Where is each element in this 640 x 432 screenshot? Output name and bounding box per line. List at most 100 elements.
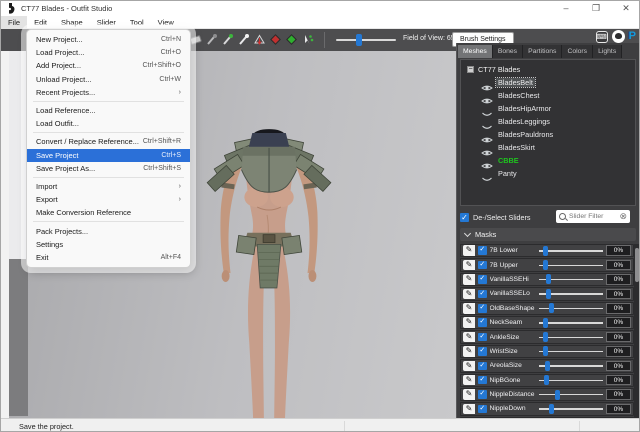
menu-slider[interactable]: Slider bbox=[90, 16, 123, 29]
slider-edit-pencil-icon[interactable]: ✎ bbox=[463, 404, 475, 415]
field-of-view-slider-thumb[interactable] bbox=[356, 34, 362, 46]
move-vertex-icon[interactable] bbox=[301, 33, 314, 46]
slider-checkbox[interactable]: ✓ bbox=[478, 290, 487, 299]
deflate-diamond-icon[interactable] bbox=[269, 33, 282, 46]
eye-closed-icon[interactable] bbox=[481, 105, 493, 113]
tab-partitions[interactable]: Partitions bbox=[523, 45, 562, 58]
slider-thumb[interactable] bbox=[543, 346, 548, 356]
eye-closed-icon[interactable] bbox=[481, 118, 493, 126]
slider-thumb[interactable] bbox=[555, 390, 560, 400]
slider-checkbox[interactable]: ✓ bbox=[478, 246, 487, 255]
tab-colors[interactable]: Colors bbox=[562, 45, 593, 58]
inflate-brush-icon[interactable] bbox=[221, 33, 234, 46]
tree-item-panty[interactable]: Panty bbox=[481, 167, 635, 180]
mesh-triangle-icon[interactable] bbox=[253, 33, 266, 46]
menu-item-pack-projects[interactable]: Pack Projects... bbox=[27, 224, 190, 237]
tree-item-bladespauldrons[interactable]: BladesPauldrons bbox=[481, 128, 635, 141]
character-model[interactable] bbox=[198, 106, 346, 432]
slider-checkbox[interactable]: ✓ bbox=[478, 261, 487, 270]
inflate-diamond-icon[interactable] bbox=[285, 33, 298, 46]
slider-track[interactable] bbox=[539, 361, 604, 371]
menu-item-import[interactable]: Import› bbox=[27, 180, 190, 193]
tree-item-bladesleggings[interactable]: BladesLeggings bbox=[481, 115, 635, 128]
slider-checkbox[interactable]: ✓ bbox=[478, 347, 487, 356]
menu-item-export[interactable]: Export› bbox=[27, 193, 190, 206]
slider-edit-pencil-icon[interactable]: ✎ bbox=[463, 245, 475, 256]
clear-filter-icon[interactable]: ⊗ bbox=[619, 212, 627, 221]
menu-item-save-project[interactable]: Save ProjectCtrl+S bbox=[27, 149, 190, 162]
slider-track[interactable] bbox=[539, 274, 604, 284]
slider-thumb[interactable] bbox=[543, 260, 548, 270]
slider-checkbox[interactable]: ✓ bbox=[478, 405, 487, 414]
slider-track[interactable] bbox=[539, 318, 604, 328]
menu-edit[interactable]: Edit bbox=[27, 16, 54, 29]
slider-thumb[interactable] bbox=[546, 289, 551, 299]
eye-closed-icon[interactable] bbox=[481, 170, 493, 178]
menu-item-add-project[interactable]: Add Project...Ctrl+Shift+O bbox=[27, 59, 190, 72]
menu-tool[interactable]: Tool bbox=[123, 16, 151, 29]
tree-item-bladesbelt[interactable]: BladesBelt bbox=[481, 76, 635, 89]
slider-edit-pencil-icon[interactable]: ✎ bbox=[463, 260, 475, 271]
slider-track[interactable] bbox=[539, 332, 604, 342]
slider-checkbox[interactable]: ✓ bbox=[478, 390, 487, 399]
mask-brush-icon[interactable] bbox=[205, 33, 218, 46]
slider-value-box[interactable]: 0% bbox=[606, 389, 631, 400]
slider-edit-pencil-icon[interactable]: ✎ bbox=[463, 361, 475, 372]
slider-value-box[interactable]: 0% bbox=[606, 404, 631, 415]
slider-value-box[interactable]: 0% bbox=[606, 375, 631, 386]
slider-edit-pencil-icon[interactable]: ✎ bbox=[463, 289, 475, 300]
slider-thumb[interactable] bbox=[549, 303, 554, 313]
tree-item-bladeshiparmor[interactable]: BladesHipArmor bbox=[481, 102, 635, 115]
menu-shape[interactable]: Shape bbox=[54, 16, 90, 29]
slider-scrollbar[interactable] bbox=[634, 244, 640, 432]
tab-bones[interactable]: Bones bbox=[493, 45, 523, 58]
slider-value-box[interactable]: 0% bbox=[606, 332, 631, 343]
menu-item-convert-replace-reference[interactable]: Convert / Replace Reference...Ctrl+Shift… bbox=[27, 135, 190, 148]
eye-open-icon[interactable] bbox=[481, 92, 493, 100]
slider-thumb[interactable] bbox=[543, 318, 548, 328]
menu-item-exit[interactable]: ExitAlt+F4 bbox=[27, 251, 190, 264]
paypal-icon[interactable]: P bbox=[629, 30, 636, 43]
menu-view[interactable]: View bbox=[151, 16, 181, 29]
tab-meshes[interactable]: Meshes bbox=[458, 45, 493, 58]
minimize-button[interactable]: – bbox=[551, 1, 581, 16]
deselect-sliders-checkbox[interactable]: ✓ bbox=[460, 213, 469, 222]
tree-item-cbbe[interactable]: CBBE bbox=[481, 154, 635, 167]
slider-checkbox[interactable]: ✓ bbox=[478, 362, 487, 371]
menu-item-save-project-as[interactable]: Save Project As...Ctrl+Shift+S bbox=[27, 162, 190, 175]
menu-item-make-conversion-reference[interactable]: Make Conversion Reference bbox=[27, 206, 190, 219]
slider-edit-pencil-icon[interactable]: ✎ bbox=[463, 346, 475, 357]
smooth-brush-icon[interactable] bbox=[237, 33, 250, 46]
menu-file[interactable]: File bbox=[1, 16, 27, 29]
slider-value-box[interactable]: 0% bbox=[606, 317, 631, 328]
eye-open-icon[interactable] bbox=[481, 144, 493, 152]
slider-edit-pencil-icon[interactable]: ✎ bbox=[463, 375, 475, 386]
github-icon[interactable] bbox=[612, 30, 625, 43]
menu-item-load-project[interactable]: Load Project...Ctrl+O bbox=[27, 46, 190, 59]
slider-value-box[interactable]: 0% bbox=[606, 245, 631, 256]
menu-item-recent-projects[interactable]: Recent Projects...› bbox=[27, 86, 190, 99]
eye-open-icon[interactable] bbox=[481, 131, 493, 139]
slider-track[interactable] bbox=[539, 346, 604, 356]
title-bar[interactable]: CT77 Blades - Outfit Studio – ❐ ✕ bbox=[1, 1, 640, 16]
tree-root-row[interactable]: − CT77 Blades bbox=[467, 63, 635, 76]
slider-value-box[interactable]: 0% bbox=[606, 274, 631, 285]
slider-track[interactable] bbox=[539, 246, 604, 256]
slider-edit-pencil-icon[interactable]: ✎ bbox=[463, 274, 475, 285]
slider-thumb[interactable] bbox=[543, 332, 548, 342]
slider-edit-pencil-icon[interactable]: ✎ bbox=[463, 317, 475, 328]
slider-track[interactable] bbox=[539, 404, 604, 414]
tree-item-bladeschest[interactable]: BladesChest bbox=[481, 89, 635, 102]
slider-thumb[interactable] bbox=[546, 274, 551, 284]
slider-edit-pencil-icon[interactable]: ✎ bbox=[463, 332, 475, 343]
menu-item-settings[interactable]: Settings bbox=[27, 238, 190, 251]
eye-open-icon[interactable] bbox=[481, 79, 493, 87]
menu-item-new-project[interactable]: New Project...Ctrl+N bbox=[27, 33, 190, 46]
slider-value-box[interactable]: 0% bbox=[606, 289, 631, 300]
slider-track[interactable] bbox=[539, 390, 604, 400]
slider-checkbox[interactable]: ✓ bbox=[478, 376, 487, 385]
tab-lights[interactable]: Lights bbox=[593, 45, 622, 58]
slider-track[interactable] bbox=[539, 303, 604, 313]
slider-value-box[interactable]: 0% bbox=[606, 303, 631, 314]
slider-thumb[interactable] bbox=[543, 246, 548, 256]
